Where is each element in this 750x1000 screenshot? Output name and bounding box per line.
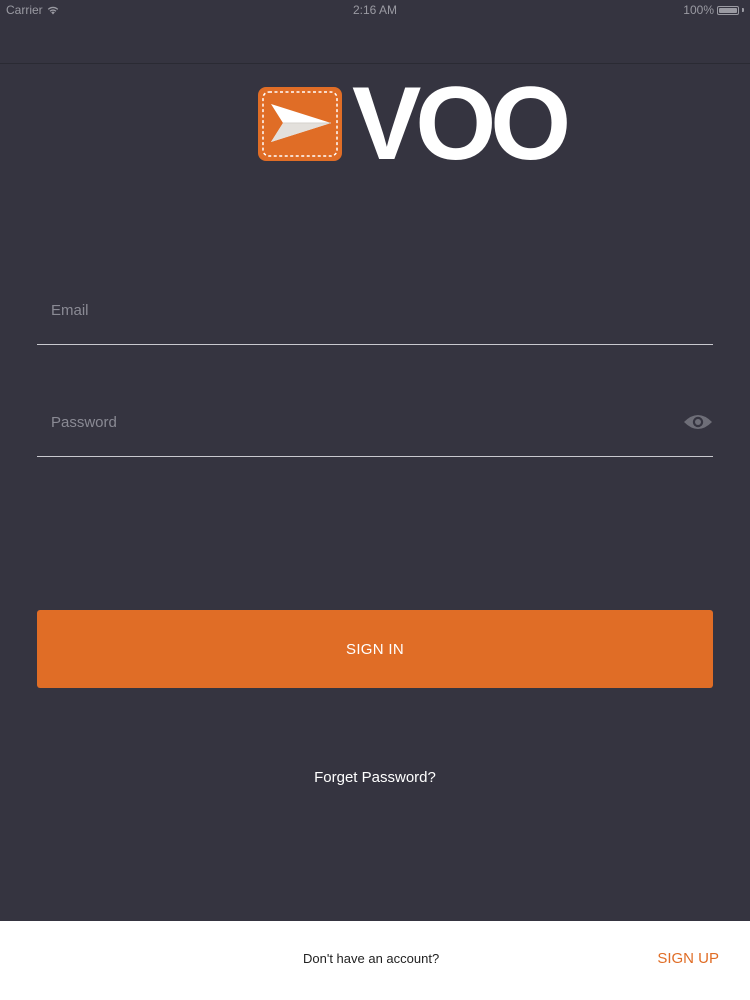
email-field	[37, 284, 713, 345]
status-bar: Carrier 2:16 AM 100%	[0, 0, 750, 20]
email-input[interactable]	[51, 298, 663, 322]
battery-icon	[717, 5, 739, 15]
app-logo-text: VOO	[352, 66, 571, 182]
show-password-toggle[interactable]	[683, 410, 713, 434]
sign-up-link[interactable]: SIGN UP	[657, 950, 719, 967]
battery-percentage: 100%	[683, 3, 714, 17]
sign-in-button[interactable]: SIGN IN	[37, 610, 713, 688]
nav-divider	[0, 63, 750, 64]
paper-plane-icon	[258, 87, 342, 161]
forgot-password-link[interactable]: Forget Password?	[0, 769, 750, 786]
signup-prompt: Don't have an account?	[303, 951, 440, 966]
status-time: 2:16 AM	[352, 3, 398, 17]
signup-footer: Don't have an account? SIGN UP	[0, 921, 750, 1000]
login-screen: Carrier 2:16 AM 100% VOO Email SIGN IN F…	[0, 0, 750, 1000]
status-battery-group: 100%	[683, 3, 744, 17]
eye-icon	[684, 415, 712, 429]
password-field	[37, 396, 713, 457]
password-input[interactable]	[51, 410, 663, 434]
